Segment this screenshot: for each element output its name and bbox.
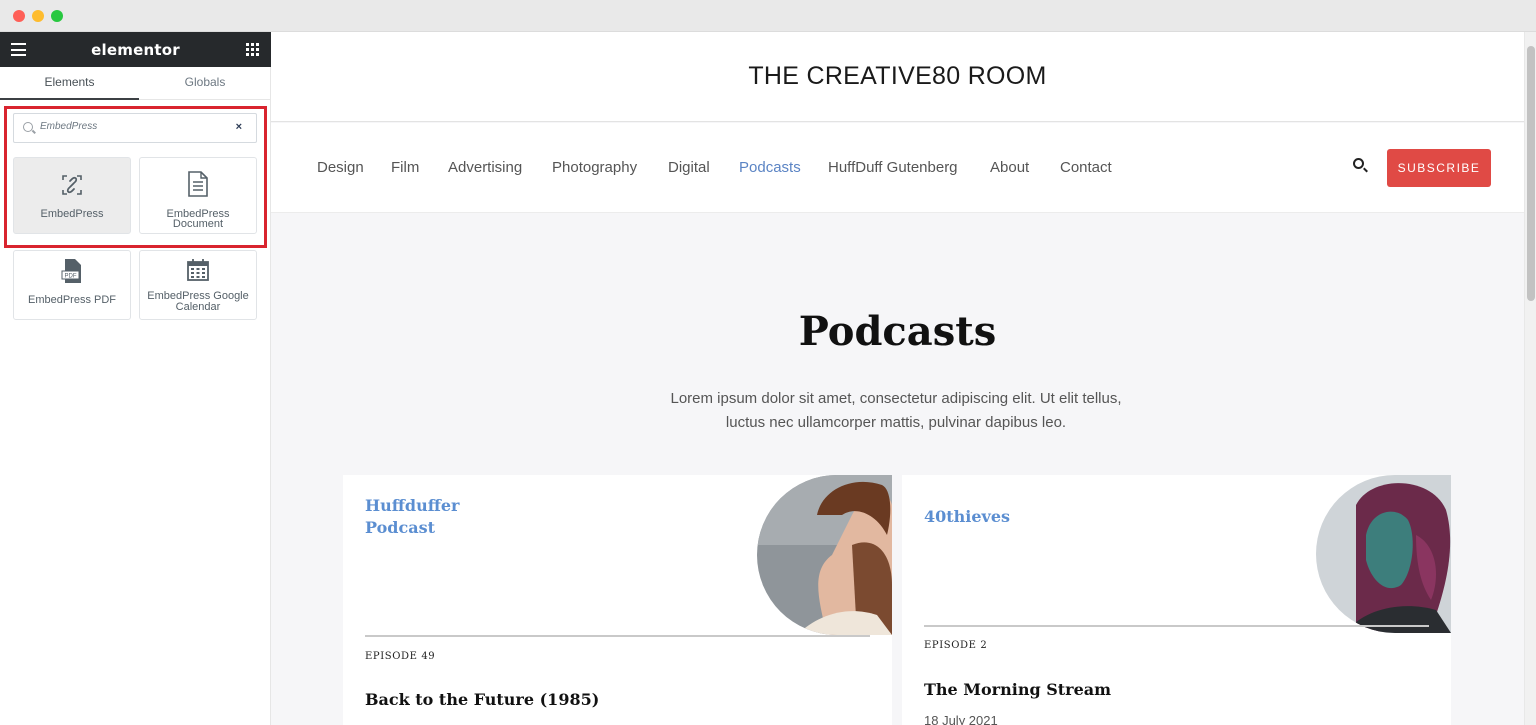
podcast-title-line2: Podcast: [365, 518, 435, 537]
widget-label: EmbedPress: [40, 208, 104, 220]
widget-label: EmbedPress PDF: [27, 294, 117, 306]
episode-title[interactable]: Back to the Future (1985): [365, 690, 599, 709]
podcast-title[interactable]: Huffduffer Podcast: [365, 495, 459, 539]
widget-search-input[interactable]: [40, 121, 220, 132]
widget-label-line1: EmbedPress Google: [147, 290, 249, 302]
minimize-window-button[interactable]: [32, 10, 44, 22]
widget-embedpress[interactable]: EmbedPress: [13, 157, 131, 234]
widget-search-box: ×: [13, 113, 257, 143]
subscribe-button[interactable]: SUBSCRIBE: [1387, 149, 1491, 187]
nav-item-podcasts[interactable]: Podcasts: [739, 159, 801, 176]
widget-embedpress-pdf[interactable]: PDF EmbedPress PDF: [13, 250, 131, 320]
page-intro: Lorem ipsum dolor sit amet, consectetur …: [651, 387, 1141, 435]
search-icon: [23, 122, 33, 132]
apps-grid-icon[interactable]: [246, 43, 259, 56]
elementor-panel: elementor Elements Globals × EmbedPress …: [0, 32, 271, 725]
podcast-card[interactable]: Huffduffer Podcast EPISODE 49 Back to th…: [343, 475, 892, 725]
page-intro-line2: luctus nec ullamcorper mattis, pulvinar …: [725, 414, 1067, 431]
card-divider: [365, 635, 870, 637]
window-titlebar: [0, 0, 1536, 32]
site-title[interactable]: THE CREATIVE80 ROOM: [271, 62, 1524, 91]
page-intro-line1: Lorem ipsum dolor sit amet, consectetur …: [670, 390, 1122, 407]
nav-item-film[interactable]: Film: [391, 159, 419, 176]
search-icon[interactable]: [1353, 158, 1364, 169]
embedpress-link-icon: [62, 175, 82, 195]
episode-number: EPISODE 2: [924, 640, 988, 651]
episode-number: EPISODE 49: [365, 651, 436, 662]
widget-label: EmbedPress Document: [166, 208, 230, 230]
nav-item-design[interactable]: Design: [317, 159, 364, 176]
site-preview: THE CREATIVE80 ROOM Design Film Advertis…: [271, 32, 1524, 725]
episode-title[interactable]: The Morning Stream: [924, 680, 1111, 699]
tab-elements[interactable]: Elements: [0, 67, 139, 100]
podcast-card[interactable]: 40thieves EPISODE 2 The Morning Stream 1…: [902, 475, 1451, 725]
nav-item-photography[interactable]: Photography: [552, 159, 637, 176]
card-divider: [924, 625, 1429, 627]
page-title: Podcasts: [798, 308, 997, 355]
widget-embedpress-google-calendar[interactable]: EmbedPress Google Calendar: [139, 250, 257, 320]
calendar-icon: [187, 259, 209, 281]
maximize-window-button[interactable]: [51, 10, 63, 22]
nav-item-huffduff-gutenberg[interactable]: HuffDuff Gutenberg: [828, 159, 958, 176]
pdf-file-icon: PDF: [61, 259, 81, 283]
scrollbar-thumb[interactable]: [1527, 46, 1535, 301]
podcast-title[interactable]: 40thieves: [924, 506, 1010, 528]
widget-embedpress-document[interactable]: EmbedPress Document: [139, 157, 257, 234]
clear-search-icon[interactable]: ×: [236, 121, 242, 133]
episode-date: 18 July 2021: [924, 713, 998, 725]
elementor-logo: elementor: [91, 41, 180, 59]
main-navigation: Design Film Advertising Photography Digi…: [271, 123, 1524, 213]
site-header: THE CREATIVE80 ROOM: [271, 32, 1524, 122]
nav-item-about[interactable]: About: [990, 159, 1029, 176]
nav-item-digital[interactable]: Digital: [668, 159, 710, 176]
close-window-button[interactable]: [13, 10, 25, 22]
podcast-title-line1: Huffduffer: [365, 496, 460, 515]
pdf-icon-text: PDF: [65, 274, 77, 280]
page-scrollbar[interactable]: [1524, 32, 1536, 725]
nav-item-advertising[interactable]: Advertising: [448, 159, 522, 176]
document-icon: [188, 171, 208, 197]
widget-label-line2: Calendar: [175, 301, 221, 313]
tab-globals[interactable]: Globals: [139, 67, 271, 100]
nav-item-contact[interactable]: Contact: [1060, 159, 1112, 176]
podcast-cover-image: [1316, 475, 1451, 633]
podcast-cover-image: [757, 475, 892, 635]
panel-tabs: Elements Globals: [0, 67, 271, 100]
panel-header: elementor: [0, 32, 271, 67]
